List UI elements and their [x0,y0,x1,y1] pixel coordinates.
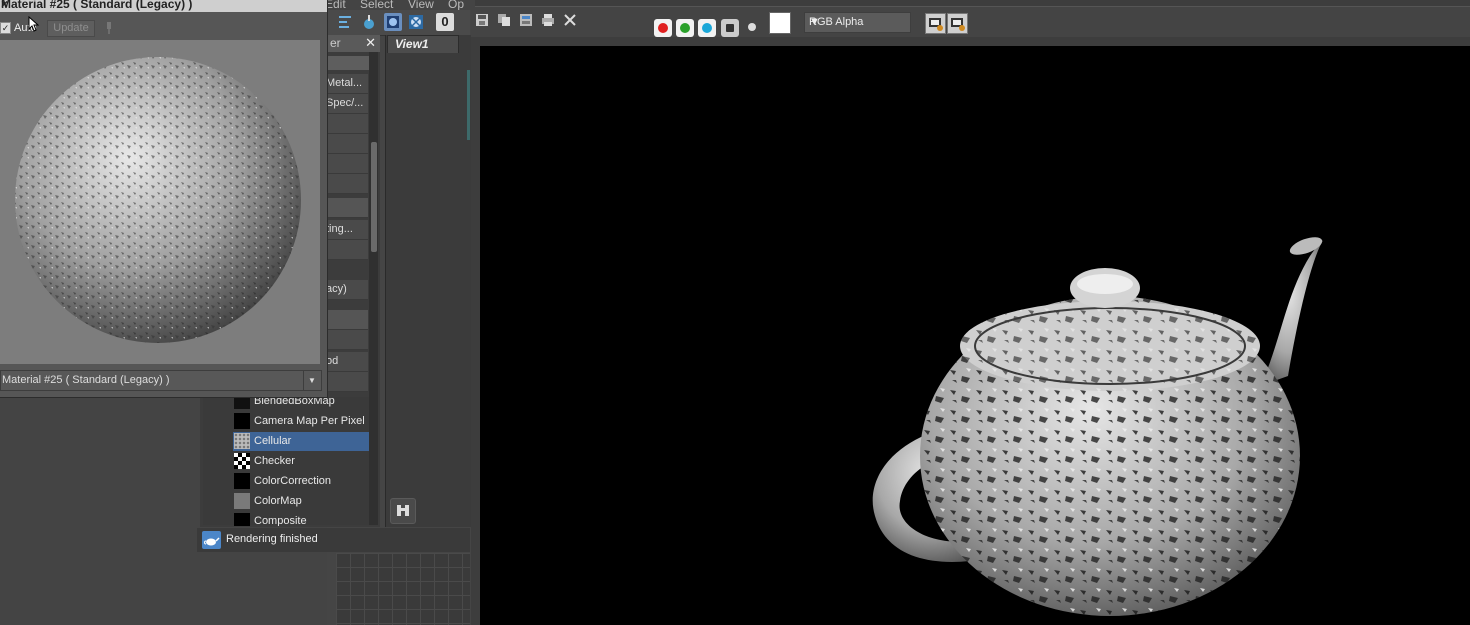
pin-icon[interactable] [104,21,114,35]
show-shaded-icon[interactable] [384,13,402,31]
status-text: Rendering finished [226,533,318,545]
map-swatch [234,513,250,526]
blue-channel-toggle[interactable] [698,19,716,37]
auto-checkbox[interactable]: ✓ [0,22,11,34]
green-dot-icon [680,23,690,33]
render-output [480,46,1470,625]
menu-select[interactable]: Select [360,0,393,10]
alpha-dot-icon [726,24,734,32]
browser-row[interactable]: Spec/... [328,94,368,114]
map-swatch [234,413,250,429]
render-toolbar [471,6,1470,37]
view-panel [385,35,471,527]
browser-scrollbar-thumb[interactable] [371,142,377,252]
browser-row[interactable]: Metal... [328,74,368,94]
mouse-cursor-icon [28,15,40,32]
color-swatch[interactable] [769,12,791,34]
material-name-value: Material #25 ( Standard (Legacy) ) [2,374,170,386]
tab-view1[interactable]: View1 [387,35,459,53]
map-swatch [234,433,250,449]
put-to-scene-icon[interactable] [360,13,378,31]
browser-row[interactable]: od [328,352,368,372]
red-channel-toggle[interactable] [654,19,672,37]
browser-row[interactable]: acy) [328,280,368,300]
menu-view[interactable]: View [408,0,434,10]
channel-display-select[interactable]: RGB Alpha ▼ [804,12,911,33]
update-button[interactable]: Update [47,20,95,37]
clear-icon[interactable] [562,13,578,29]
navigator-button[interactable] [390,498,416,524]
copy-image-icon[interactable] [518,13,534,29]
clone-frame-icon[interactable] [496,13,512,29]
browser-row[interactable] [328,310,368,330]
rendered-teapot-image [872,237,1323,616]
save-image-icon[interactable] [474,13,490,29]
browser-row[interactable] [328,240,368,260]
material-name-dropdown[interactable]: Material #25 ( Standard (Legacy) ) ▼ [0,370,322,391]
toggle-ui-icon[interactable] [947,13,968,34]
browser-row[interactable] [328,114,368,134]
green-channel-toggle[interactable] [676,19,694,37]
material-title-bar[interactable]: Material #25 ( Standard (Legacy) ) × [0,0,327,12]
editor-toolbar: 0 [328,10,470,36]
monochrome-icon[interactable] [744,20,760,36]
browser-row[interactable]: ting... [328,220,368,240]
browser-row[interactable] [328,372,368,392]
map-item-colorcorrection[interactable]: ColorCorrection [233,472,369,491]
browser-title: er [330,36,341,50]
red-dot-icon [658,23,668,33]
binoculars-icon [397,505,409,516]
alpha-channel-toggle[interactable] [721,19,739,37]
browser-row[interactable] [328,134,368,154]
browser-row[interactable] [328,330,368,350]
toggle-ui-overlay-icon[interactable] [925,13,946,34]
menu-edit[interactable]: Edit [325,0,346,10]
material-preview [0,40,320,364]
background-checker-icon[interactable] [407,13,425,31]
close-icon[interactable]: × [1,0,322,11]
browser-row[interactable] [328,154,368,174]
zero-counter-icon[interactable]: 0 [436,13,454,31]
chevron-down-icon: ▼ [809,16,820,28]
browser-header: er ✕ [328,35,380,52]
map-item-camera-map-per-pixel[interactable]: Camera Map Per Pixel [233,412,369,431]
blue-dot-icon [702,23,712,33]
node-edge [467,70,470,140]
browser-row[interactable] [328,198,368,218]
map-item-colormap[interactable]: ColorMap [233,492,369,511]
chevron-down-icon: ▼ [303,371,320,390]
preview-sphere [15,57,301,343]
close-icon[interactable]: ✕ [365,35,376,51]
tab-label: View1 [395,37,429,51]
layout-icon[interactable] [336,13,354,31]
print-image-icon[interactable] [540,13,556,29]
menu-bar: Edit Select View Op [320,0,475,10]
map-swatch [234,473,250,489]
teapot-icon [202,531,221,549]
map-swatch [234,493,250,509]
browser-scrollbar[interactable] [369,52,378,525]
map-item-composite[interactable]: Composite [233,512,369,526]
menu-options[interactable]: Op [448,0,464,10]
map-item-checker[interactable]: Checker [233,452,369,471]
map-item-cellular[interactable]: Cellular [233,432,369,451]
browser-row[interactable] [328,174,368,194]
map-swatch [234,453,250,469]
grid-viewport [336,553,470,625]
